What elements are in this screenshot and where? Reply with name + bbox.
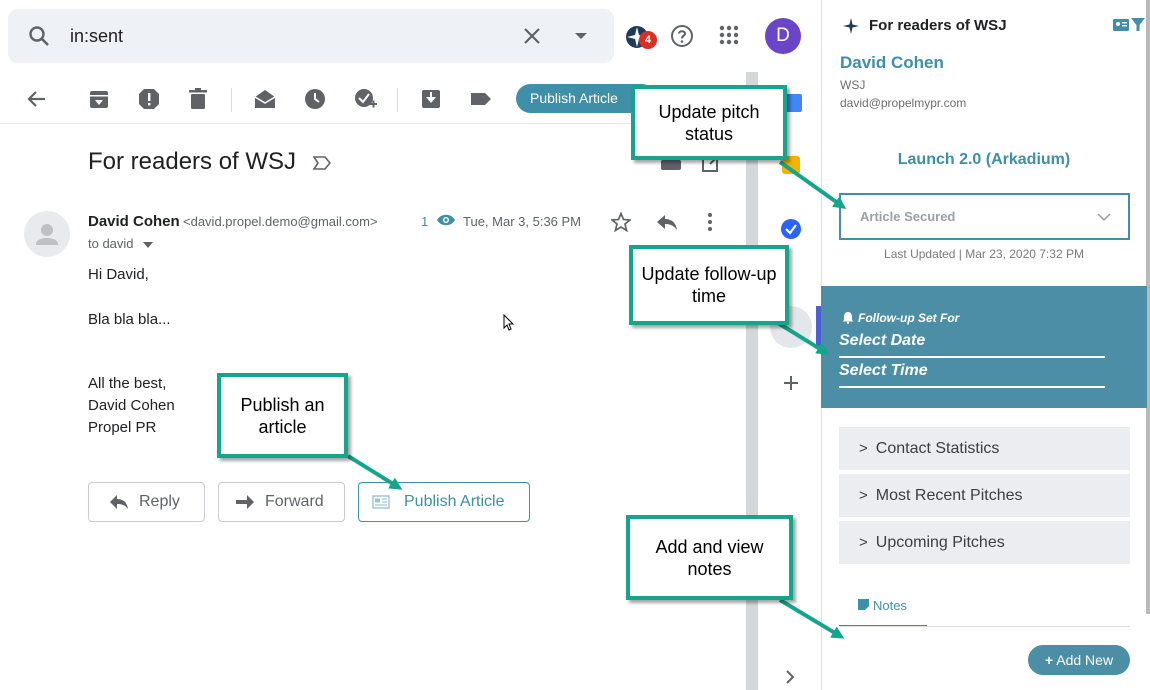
email-signature-company: Propel PR: [88, 419, 157, 436]
reply-button[interactable]: Reply: [88, 482, 205, 522]
tasks-app-icon[interactable]: [780, 218, 802, 240]
more-options-icon[interactable]: [705, 212, 715, 232]
back-arrow-icon[interactable]: [24, 86, 50, 112]
sender-avatar: [24, 211, 70, 257]
contact-card-icon[interactable]: [1112, 18, 1130, 32]
account-avatar[interactable]: D: [765, 18, 801, 54]
help-icon[interactable]: [670, 24, 694, 48]
eye-icon: [437, 214, 455, 226]
pitch-status-value: Article Secured: [860, 209, 956, 224]
archive-icon[interactable]: [86, 86, 112, 112]
propel-logo-icon: [843, 18, 859, 34]
search-input[interactable]: in:sent: [70, 26, 123, 47]
callout-notes: Add and view notes: [626, 515, 793, 600]
plus-icon: +: [1044, 652, 1054, 668]
chevron-right-icon: >: [859, 487, 868, 504]
upcoming-pitches-section[interactable]: > Upcoming Pitches: [839, 521, 1130, 564]
add-new-label: Add New: [1056, 652, 1114, 668]
section-label: Most Recent Pitches: [875, 486, 1023, 504]
bell-icon: [842, 312, 854, 324]
panel-title: For readers of WSJ: [869, 17, 1007, 34]
email-body-greeting: Hi David,: [88, 266, 149, 283]
newspaper-icon: [372, 495, 390, 509]
mark-unread-icon[interactable]: [252, 86, 278, 112]
section-label: Upcoming Pitches: [875, 533, 1005, 551]
notes-tab-label: Notes: [873, 598, 907, 613]
followup-section: Follow-up Set For Select Date Select Tim…: [821, 286, 1147, 408]
clear-search-icon[interactable]: [523, 27, 541, 45]
email-body-paragraph: Bla bla bla...: [88, 311, 171, 328]
move-to-icon[interactable]: [418, 86, 444, 112]
apps-grid-icon[interactable]: [719, 25, 739, 45]
recipient-line[interactable]: to david: [88, 236, 154, 251]
star-icon[interactable]: [611, 212, 631, 232]
email-subject: For readers of WSJ: [88, 148, 297, 175]
message-date: Tue, Mar 3, 5:36 PM: [463, 214, 582, 229]
expand-panel-icon[interactable]: [785, 670, 795, 684]
tab-divider: [839, 626, 1130, 627]
snooze-icon[interactable]: [302, 86, 328, 112]
contact-statistics-section[interactable]: > Contact Statistics: [839, 427, 1130, 470]
forward-button[interactable]: Forward: [218, 482, 345, 522]
search-icon[interactable]: [28, 25, 50, 47]
recipient-details-icon[interactable]: [143, 241, 154, 248]
sender-name: David Cohen: [88, 213, 180, 230]
forward-button-label: Forward: [265, 493, 324, 510]
notification-badge: 4: [639, 31, 657, 49]
importance-marker-icon[interactable]: [313, 155, 331, 171]
filter-icon[interactable]: [1131, 18, 1145, 32]
forward-icon: [236, 495, 254, 509]
section-label: Contact Statistics: [875, 439, 1000, 457]
chevron-down-icon: [1097, 213, 1111, 222]
search-bar[interactable]: in:sent: [8, 9, 614, 63]
publish-article-button[interactable]: Publish Article: [358, 482, 530, 522]
search-options-icon[interactable]: [574, 32, 588, 40]
propel-extension-icon[interactable]: 4: [624, 24, 657, 52]
select-time-field[interactable]: Select Time: [839, 362, 1105, 388]
reply-icon[interactable]: [656, 213, 678, 231]
contact-outlet: WSJ: [840, 78, 866, 92]
reply-icon: [110, 495, 128, 509]
chevron-right-icon: >: [859, 534, 868, 551]
report-spam-icon[interactable]: [136, 86, 162, 112]
delete-icon[interactable]: [185, 86, 211, 112]
add-new-note-button[interactable]: + Add New: [1028, 645, 1130, 675]
select-date-field[interactable]: Select Date: [839, 332, 1105, 358]
callout-publish: Publish an article: [217, 373, 348, 458]
add-task-icon[interactable]: [352, 86, 378, 112]
chevron-right-icon: >: [859, 440, 868, 457]
label-icon[interactable]: [468, 86, 494, 112]
reply-button-label: Reply: [139, 493, 180, 510]
add-addon-icon[interactable]: [783, 375, 799, 391]
contact-name[interactable]: David Cohen: [840, 53, 944, 73]
campaign-name[interactable]: Launch 2.0 (Arkadium): [821, 151, 1147, 169]
email-signature-name: David Cohen: [88, 397, 175, 414]
note-icon: [858, 599, 869, 610]
open-count: 1: [421, 214, 429, 229]
callout-followup: Update follow-up time: [629, 245, 789, 325]
recipient-text: to david: [88, 236, 134, 251]
sender-email: <david.propel.demo@gmail.com>: [183, 214, 378, 229]
last-updated: Last Updated | Mar 23, 2020 7:32 PM: [884, 247, 1084, 261]
mouse-cursor-icon: [503, 314, 515, 331]
followup-heading: Follow-up Set For: [858, 311, 960, 325]
contact-email: david@propelmypr.com: [840, 96, 967, 110]
tab-notes[interactable]: Notes: [839, 590, 927, 627]
most-recent-pitches-section[interactable]: > Most Recent Pitches: [839, 474, 1130, 517]
publish-article-button-label: Publish Article: [404, 493, 505, 510]
pitch-status-select[interactable]: Article Secured: [839, 193, 1130, 240]
person-icon: [36, 224, 58, 245]
email-signoff: All the best,: [88, 375, 167, 392]
callout-pitch-status: Update pitch status: [631, 85, 787, 160]
